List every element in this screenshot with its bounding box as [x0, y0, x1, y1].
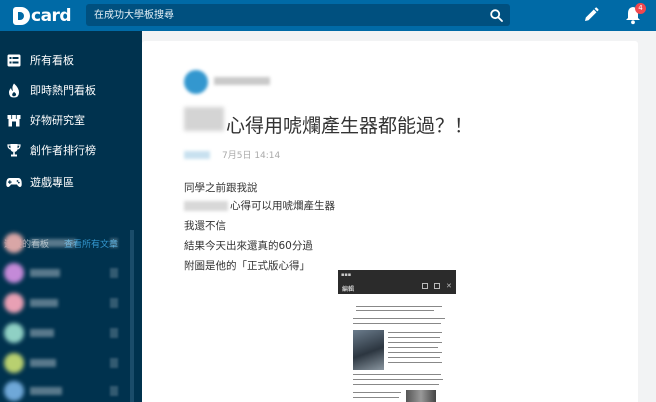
document-text-line: [353, 397, 399, 399]
sidebar-item-all-boards[interactable]: 所有看板: [0, 45, 142, 75]
store-icon: [6, 112, 22, 128]
pencil-icon[interactable]: [582, 6, 600, 24]
sidebar-item-games[interactable]: 遊戲專區: [0, 167, 142, 197]
search-button[interactable]: [482, 4, 510, 26]
followed-board-item[interactable]: [0, 229, 130, 257]
gamepad-icon: [6, 174, 22, 190]
board-avatar: [4, 381, 24, 401]
sidebar-item-label: 遊戲專區: [30, 176, 74, 189]
sidebar-item-creator-rank[interactable]: 創作者排行榜: [0, 135, 142, 165]
sidebar-scrollbar[interactable]: [130, 230, 134, 402]
followed-board-item[interactable]: [0, 377, 130, 402]
sidebar-item-label: 創作者排行榜: [30, 144, 96, 157]
board-unread-marker: [110, 268, 118, 278]
image-edit-label: 編輯: [342, 286, 355, 293]
logo-text: card: [31, 6, 72, 26]
dcard-logo[interactable]: card: [13, 6, 72, 26]
document-text-line: [353, 374, 441, 376]
document-text-line: [388, 357, 440, 359]
board-avatar: [4, 353, 24, 373]
board-name-blurred: [30, 269, 60, 277]
board-unread-marker: [110, 298, 118, 308]
board-avatar: [4, 323, 24, 343]
post-body-line: 附圖是他的「正式版心得」: [184, 260, 310, 272]
main-content: 心得用唬爛產生器都能過？！ 7月5日 14:14 同學之前跟我說 心得可以用唬爛…: [142, 31, 656, 402]
board-name-blurred: [30, 387, 62, 395]
document-text-line: [353, 384, 439, 386]
search-icon: [489, 8, 503, 22]
post-board-blurred[interactable]: [184, 151, 210, 159]
board-unread-marker: [110, 328, 118, 338]
document-text-line: [388, 332, 442, 334]
notification-badge: 4: [635, 3, 646, 14]
post-body-line: 結果今天出來還真的60分過: [184, 240, 313, 252]
post-attached-image[interactable]: ▪▪▪ 編輯 ✕: [338, 270, 456, 402]
board-avatar: [4, 233, 24, 253]
document-text-line: [353, 318, 445, 320]
author-name-blurred[interactable]: [214, 77, 270, 85]
sidebar-item-label: 所有看板: [30, 54, 74, 67]
followed-board-item[interactable]: [0, 289, 130, 317]
board-unread-marker: [110, 238, 118, 248]
document-text-line: [388, 347, 438, 349]
board-unread-marker: [110, 358, 118, 368]
board-name-blurred: [30, 359, 56, 367]
document-text-line: [356, 310, 434, 312]
list-icon: [6, 52, 22, 68]
sidebar-item-label: 好物研究室: [30, 114, 85, 127]
image-toolbar: ✕: [422, 282, 452, 290]
document-text-line: [353, 379, 443, 381]
post-body-line: 我還不信: [184, 220, 226, 232]
board-name-blurred: [30, 329, 54, 337]
image-top-bar: ▪▪▪ 編輯 ✕: [338, 270, 456, 294]
document-photo: [406, 390, 436, 402]
board-unread-marker: [110, 386, 118, 396]
author-avatar[interactable]: [184, 70, 208, 94]
post-body-line: 同學之前跟我說: [184, 182, 258, 194]
flame-icon: [6, 82, 22, 98]
followed-board-item[interactable]: [0, 319, 130, 347]
document-text-line: [353, 392, 401, 394]
grid-icon: [422, 283, 428, 289]
search-input[interactable]: [86, 4, 482, 26]
close-icon: ✕: [446, 282, 452, 290]
board-avatar: [4, 263, 24, 283]
board-name-blurred: [30, 299, 58, 307]
sidebar-item-label: 即時熱門看板: [30, 84, 96, 97]
document-text-line: [353, 323, 441, 325]
board-name-blurred: [30, 239, 76, 247]
document-text-line: [356, 306, 442, 308]
document-text-line: [388, 362, 442, 364]
expand-icon: [434, 283, 440, 289]
document-photo: [353, 330, 384, 370]
followed-board-item[interactable]: [0, 349, 130, 377]
post-body-line: 心得可以用唬爛產生器: [230, 200, 335, 212]
post-timestamp: 7月5日 14:14: [222, 151, 281, 161]
top-bar: card 4: [0, 0, 656, 31]
post-body-blurred: [184, 201, 228, 211]
followed-board-item[interactable]: [0, 259, 130, 287]
sidebar-item-goods-lab[interactable]: 好物研究室: [0, 105, 142, 135]
title-prefix-blurred: [184, 107, 224, 131]
document-text-line: [388, 342, 442, 344]
board-avatar: [4, 293, 24, 313]
document-text-line: [388, 337, 440, 339]
image-status-bar: ▪▪▪: [341, 272, 352, 278]
post-title: 心得用唬爛產生器都能過？！: [226, 115, 474, 137]
sidebar: 所有看板 即時熱門看板 好物研究室 創作者排行榜 遊戲專區 追蹤的看板 查看所有…: [0, 31, 142, 402]
post-card: 心得用唬爛產生器都能過？！ 7月5日 14:14 同學之前跟我說 心得可以用唬爛…: [142, 41, 638, 402]
trophy-icon: [6, 142, 22, 158]
logo-icon: [13, 7, 30, 25]
sidebar-item-hot-boards[interactable]: 即時熱門看板: [0, 75, 142, 105]
search-bar: [86, 4, 510, 26]
document-text-line: [388, 352, 442, 354]
